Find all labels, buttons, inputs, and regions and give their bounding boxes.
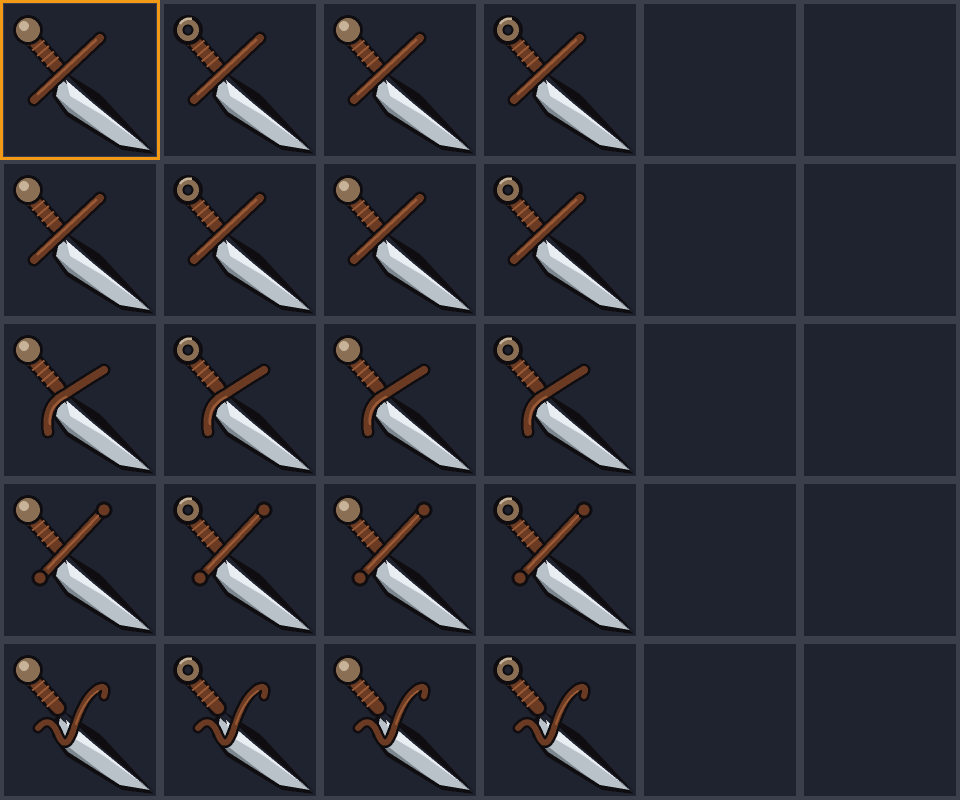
inventory-slot-r2-c5[interactable]	[644, 164, 796, 316]
inventory-slot-r5-c4[interactable]	[484, 644, 636, 796]
inventory-slot-r1-c4[interactable]	[484, 4, 636, 156]
inventory-slot-r4-c5[interactable]	[644, 484, 796, 636]
inventory-slot-r3-c4[interactable]	[484, 324, 636, 476]
inventory-slot-r5-c1[interactable]	[4, 644, 156, 796]
inventory-slot-r3-c3[interactable]	[324, 324, 476, 476]
inventory-slot-r4-c6[interactable]	[804, 484, 956, 636]
inventory-slot-r1-c1[interactable]	[0, 0, 160, 160]
inventory-grid	[0, 0, 960, 800]
inventory-slot-r4-c3[interactable]	[324, 484, 476, 636]
inventory-slot-r5-c6[interactable]	[804, 644, 956, 796]
inventory-slot-r5-c3[interactable]	[324, 644, 476, 796]
inventory-slot-r1-c5[interactable]	[644, 4, 796, 156]
inventory-slot-r3-c2[interactable]	[164, 324, 316, 476]
inventory-slot-r1-c6[interactable]	[804, 4, 956, 156]
inventory-slot-r2-c3[interactable]	[324, 164, 476, 316]
inventory-slot-r4-c1[interactable]	[4, 484, 156, 636]
inventory-slot-r5-c5[interactable]	[644, 644, 796, 796]
inventory-slot-r3-c5[interactable]	[644, 324, 796, 476]
inventory-slot-r5-c2[interactable]	[164, 644, 316, 796]
inventory-slot-r2-c1[interactable]	[4, 164, 156, 316]
inventory-slot-r2-c2[interactable]	[164, 164, 316, 316]
inventory-slot-r4-c2[interactable]	[164, 484, 316, 636]
inventory-slot-r3-c6[interactable]	[804, 324, 956, 476]
inventory-slot-r4-c4[interactable]	[484, 484, 636, 636]
inventory-slot-r2-c4[interactable]	[484, 164, 636, 316]
inventory-slot-r1-c2[interactable]	[164, 4, 316, 156]
inventory-slot-r3-c1[interactable]	[4, 324, 156, 476]
inventory-slot-r1-c3[interactable]	[324, 4, 476, 156]
inventory-slot-r2-c6[interactable]	[804, 164, 956, 316]
